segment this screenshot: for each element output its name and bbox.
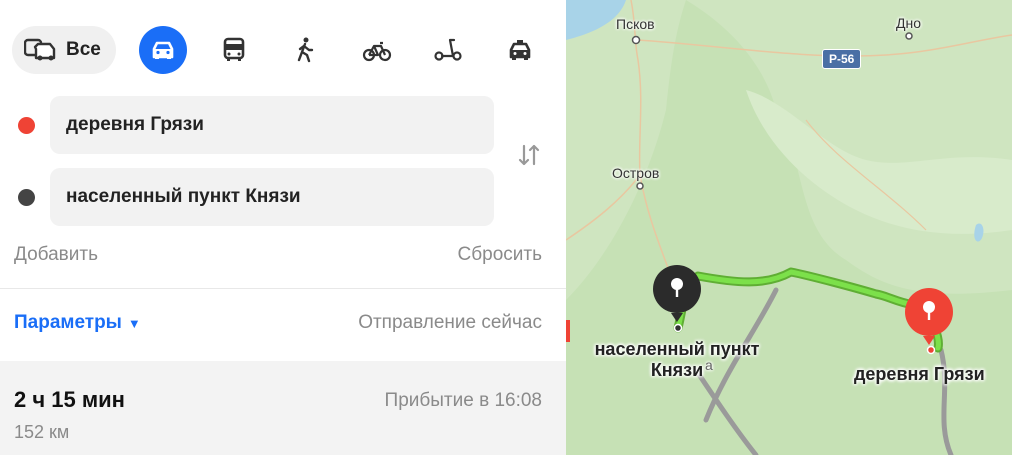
end-marker-label-line2: Князи xyxy=(650,360,704,380)
route-duration: 2 ч 15 мин xyxy=(14,387,125,412)
triangle-down-icon: ▼ xyxy=(127,315,141,331)
car-icon xyxy=(152,41,174,59)
mode-walk-button[interactable] xyxy=(281,26,329,74)
walk-icon xyxy=(297,37,314,63)
map-edge-marker xyxy=(566,320,570,342)
swap-arrows-icon xyxy=(518,144,540,166)
mode-taxi-button[interactable] xyxy=(496,26,544,74)
start-point-dot xyxy=(926,345,936,355)
end-marker-label: населенный пункт Князи xyxy=(584,339,770,381)
map-label-dno: Дно xyxy=(896,15,921,31)
map-view[interactable]: Псков Дно Остров Р-56 населенный пункт К… xyxy=(566,0,1012,455)
add-waypoint-button[interactable]: Добавить xyxy=(14,244,98,265)
end-marker-label-line1: населенный пункт xyxy=(594,339,760,359)
waypoint-from: деревня Грязи xyxy=(0,96,520,154)
transport-modes: Все xyxy=(12,24,552,76)
route-distance: 152 км xyxy=(14,422,70,442)
reset-button[interactable]: Сбросить xyxy=(458,244,542,266)
route-arrival: Прибытие в 16:08 xyxy=(384,390,542,411)
mode-car-button[interactable] xyxy=(139,26,187,74)
mode-all-label: Все xyxy=(66,39,101,60)
route-options: Параметры ▼ Отправление сейчас xyxy=(14,312,542,334)
taxi-icon xyxy=(509,40,531,60)
bike-icon xyxy=(362,41,392,62)
parameters-button[interactable]: Параметры ▼ xyxy=(14,312,141,334)
swap-direction-button[interactable] xyxy=(514,140,544,170)
to-dot-icon xyxy=(18,189,35,206)
waypoint-to: населенный пункт Князи xyxy=(0,168,520,226)
divider xyxy=(0,288,566,289)
bus-icon xyxy=(223,37,245,61)
map-label-ostrov: Остров xyxy=(612,165,660,181)
from-dot-icon xyxy=(18,117,35,134)
from-input[interactable]: деревня Грязи xyxy=(50,96,494,154)
mode-bus-button[interactable] xyxy=(210,26,258,74)
departure-selector[interactable]: Отправление сейчас xyxy=(358,312,542,334)
map-label-small: а xyxy=(705,357,713,373)
parameters-label: Параметры xyxy=(14,312,122,333)
scooter-icon xyxy=(434,38,462,61)
mode-bike-button[interactable] xyxy=(353,26,401,74)
end-point-dot xyxy=(673,323,683,333)
city-dot-ostrov xyxy=(636,182,644,190)
map-canvas[interactable] xyxy=(566,0,1012,455)
start-marker-label: деревня Грязи xyxy=(854,364,985,384)
map-label-pskov: Псков xyxy=(616,16,655,32)
city-dot-dno xyxy=(905,32,913,40)
to-input[interactable]: населенный пункт Князи xyxy=(50,168,494,226)
route-panel: Все деревня Грязи населенный пункт Князи… xyxy=(0,0,566,455)
mode-all-button[interactable]: Все xyxy=(12,26,116,74)
waypoint-actions: Добавить Сбросить xyxy=(14,244,542,266)
car-bus-icon xyxy=(24,38,56,61)
route-summary-card[interactable]: 2 ч 15 мин 152 км Прибытие в 16:08 xyxy=(0,361,566,455)
city-dot-pskov xyxy=(631,35,641,45)
mode-scooter-button[interactable] xyxy=(424,26,472,74)
road-shield: Р-56 xyxy=(822,49,862,69)
